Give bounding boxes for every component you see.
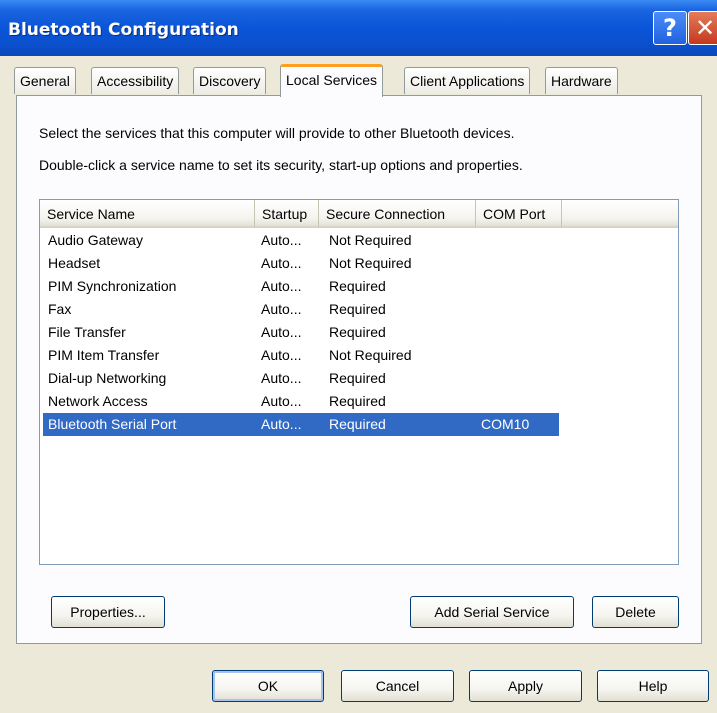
table-row-selected[interactable]: Bluetooth Serial Port Auto... Required C… [43,413,559,436]
local-services-panel: Select the services that this computer w… [16,95,702,644]
service-name: Bluetooth Serial Port [48,416,177,432]
startup-value: Auto... [261,301,302,317]
title-bar[interactable]: Bluetooth Configuration ? ✕ [0,0,717,56]
tab-client-applications[interactable]: Client Applications [404,67,531,94]
column-header-filler [562,200,678,228]
service-name: File Transfer [48,324,126,340]
startup-value: Auto... [261,278,302,294]
table-row[interactable]: Fax Auto... Required [43,298,559,321]
dialog-window: Bluetooth Configuration ? ✕ General Acce… [0,0,717,713]
table-row[interactable]: PIM Synchronization Auto... Required [43,275,559,298]
secure-connection-value: Required [329,393,386,409]
description-text-1: Select the services that this computer w… [39,125,515,141]
secure-connection-value: Not Required [329,347,412,363]
table-row[interactable]: Audio Gateway Auto... Not Required [43,229,559,252]
startup-value: Auto... [261,393,302,409]
description-text-2: Double-click a service name to set its s… [39,157,523,173]
service-name: Dial-up Networking [48,370,167,386]
column-header-secure-connection[interactable]: Secure Connection [319,200,476,228]
startup-value: Auto... [261,324,302,340]
table-row[interactable]: Dial-up Networking Auto... Required [43,367,559,390]
ok-button[interactable]: OK [212,670,324,702]
service-name: PIM Item Transfer [48,347,160,363]
service-name: Network Access [48,393,148,409]
service-name: PIM Synchronization [48,278,177,294]
com-port-value: COM10 [481,416,530,432]
startup-value: Auto... [261,370,302,386]
table-row[interactable]: Network Access Auto... Required [43,390,559,413]
secure-connection-value: Not Required [329,232,412,248]
tab-general[interactable]: General [14,67,76,94]
properties-button[interactable]: Properties... [51,596,165,628]
add-serial-service-button[interactable]: Add Serial Service [410,596,574,628]
service-name: Fax [48,301,72,317]
help-button[interactable]: Help [597,670,709,702]
close-icon[interactable]: ✕ [688,11,717,45]
column-header-com-port[interactable]: COM Port [476,200,562,228]
table-row[interactable]: File Transfer Auto... Required [43,321,559,344]
delete-button[interactable]: Delete [592,596,679,628]
secure-connection-value: Required [329,301,386,317]
column-header-startup[interactable]: Startup [255,200,319,228]
table-row[interactable]: Headset Auto... Not Required [43,252,559,275]
secure-connection-value: Not Required [329,255,412,271]
help-icon[interactable]: ? [653,11,687,45]
service-name: Audio Gateway [48,232,143,248]
apply-button[interactable]: Apply [469,670,582,702]
services-list[interactable]: Service Name Startup Secure Connection C… [39,199,679,565]
table-row[interactable]: PIM Item Transfer Auto... Not Required [43,344,559,367]
secure-connection-value: Required [329,416,386,432]
list-header: Service Name Startup Secure Connection C… [40,200,678,228]
tab-hardware[interactable]: Hardware [545,67,618,94]
startup-value: Auto... [261,255,302,271]
tab-local-services[interactable]: Local Services [280,64,384,97]
window-title: Bluetooth Configuration [8,20,239,40]
startup-value: Auto... [261,416,302,432]
tab-discovery[interactable]: Discovery [193,67,267,94]
secure-connection-value: Required [329,324,386,340]
secure-connection-value: Required [329,370,386,386]
service-name: Headset [48,255,101,271]
secure-connection-value: Required [329,278,386,294]
startup-value: Auto... [261,232,302,248]
tab-accessibility[interactable]: Accessibility [91,67,180,94]
column-header-service-name[interactable]: Service Name [40,200,255,228]
startup-value: Auto... [261,347,302,363]
cancel-button[interactable]: Cancel [341,670,454,702]
